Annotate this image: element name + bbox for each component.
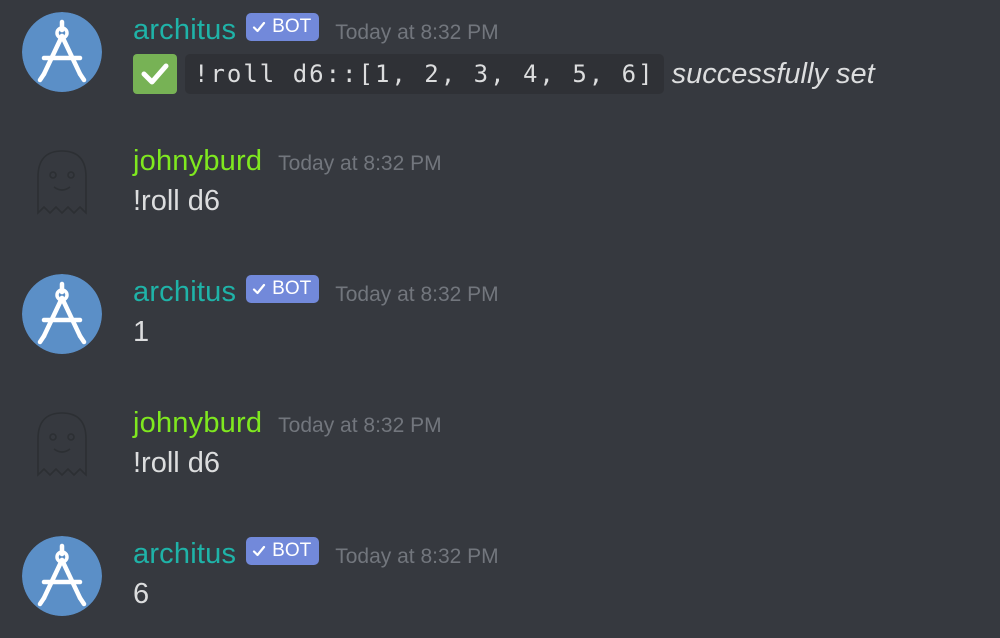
timestamp: Today at 8:32 PM [278,152,442,175]
bot-tag-label: BOT [272,540,312,561]
bot-tag-label: BOT [272,278,312,299]
ghost-icon [37,412,87,477]
timestamp: Today at 8:32 PM [335,21,499,44]
compass-icon [22,274,102,354]
inline-code: !roll d6::[1, 2, 3, 4, 5, 6] [185,54,664,94]
message-text: !roll d6 [133,447,221,479]
message-header: johnyburd Today at 8:32 PM [133,143,442,179]
message-text: successfully set [671,57,875,90]
bot-tag-label: BOT [272,16,312,37]
timestamp: Today at 8:32 PM [335,545,499,568]
check-icon [253,21,266,33]
avatar[interactable] [22,143,102,223]
message-header: architus BOT Today at 8:32 PM [133,536,499,572]
timestamp: Today at 8:32 PM [278,414,442,437]
avatar[interactable] [22,405,102,485]
compass-icon [22,536,102,616]
username[interactable]: architus [133,276,236,309]
bot-tag: BOT [246,275,320,303]
avatar[interactable] [22,536,102,616]
username[interactable]: architus [133,14,236,47]
username[interactable]: architus [133,538,236,571]
timestamp: Today at 8:32 PM [335,283,499,306]
message-header: architus BOT Today at 8:32 PM [133,12,499,48]
message-text: !roll d6 [133,185,221,217]
username[interactable]: johnyburd [133,145,262,178]
bot-tag: BOT [246,13,320,41]
message-header: johnyburd Today at 8:32 PM [133,405,442,441]
message-text: 6 [133,578,150,610]
compass-icon [22,12,102,92]
avatar[interactable] [22,274,102,354]
message-text: 1 [133,316,150,348]
white-check-mark-icon [133,54,177,94]
message-content: !roll d6::[1, 2, 3, 4, 5, 6] successfull… [133,54,875,94]
username[interactable]: johnyburd [133,407,262,440]
check-icon [253,283,266,295]
check-icon [253,545,266,557]
bot-tag: BOT [246,537,320,565]
message-header: architus BOT Today at 8:32 PM [133,274,499,310]
ghost-icon [37,150,87,215]
avatar[interactable] [22,12,102,92]
